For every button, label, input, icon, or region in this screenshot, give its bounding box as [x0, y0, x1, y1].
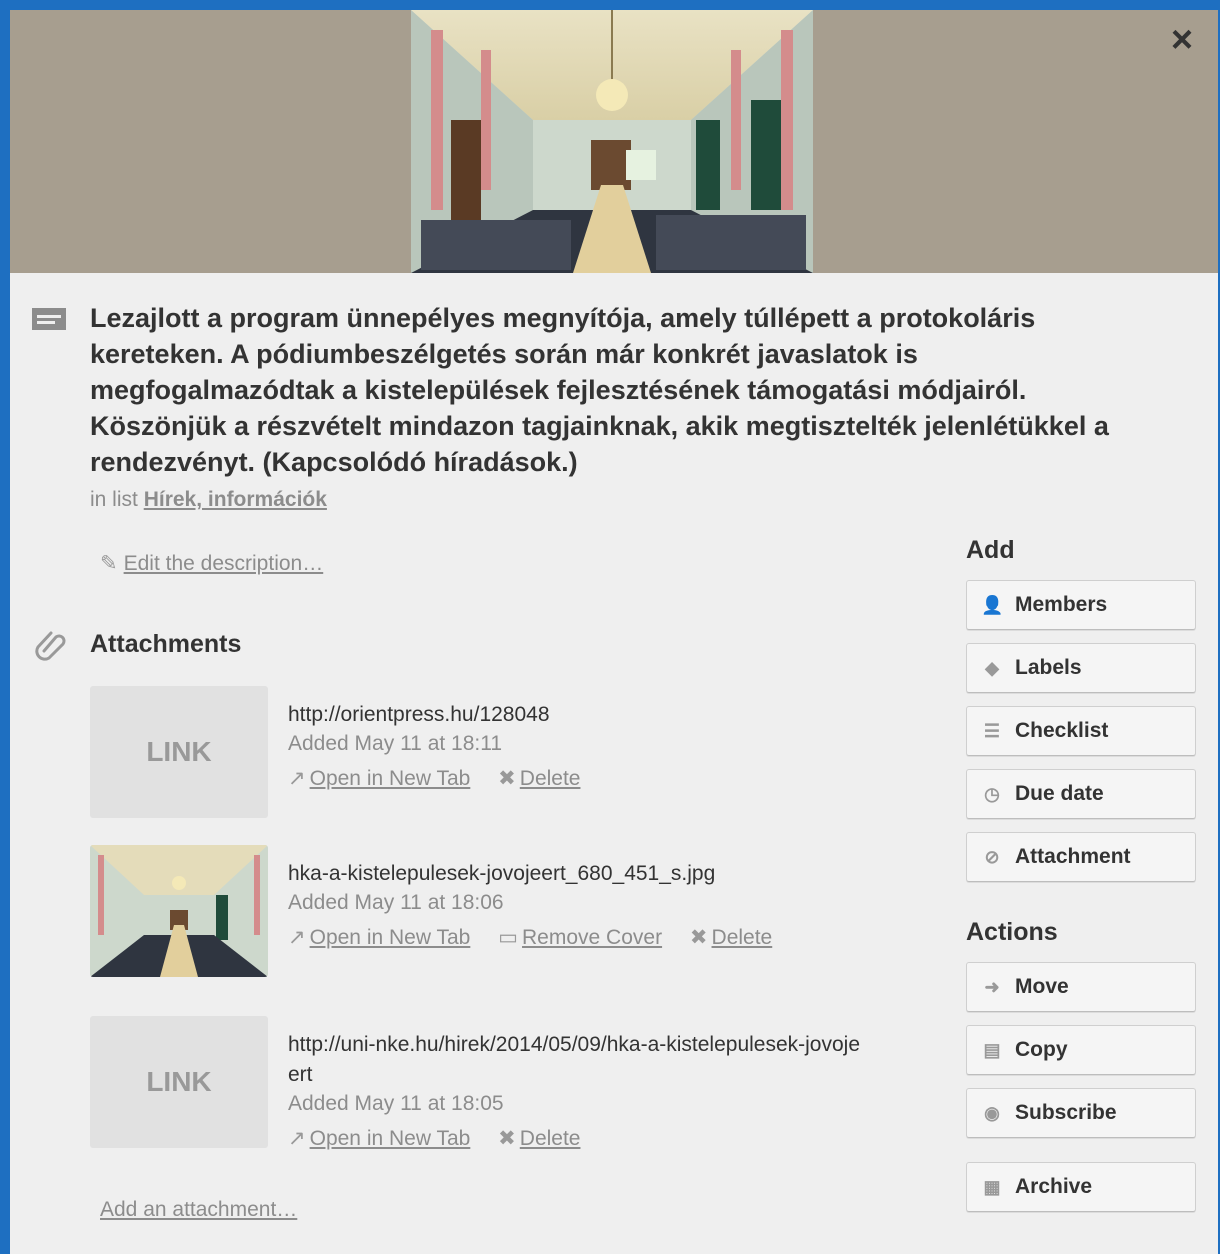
attachment-date: Added May 11 at 18:05	[288, 1092, 504, 1115]
pencil-icon: ✎	[100, 552, 118, 575]
edit-description-link[interactable]: Edit the description…	[124, 552, 324, 575]
attachment-image	[90, 845, 268, 977]
labels-button[interactable]: ◆ Labels	[966, 643, 1196, 693]
in-list-prefix: in list	[90, 488, 138, 511]
attachment-thumbnail[interactable]	[90, 845, 268, 977]
paperclip-icon: ⊘	[984, 846, 1000, 867]
button-label: Labels	[1015, 656, 1082, 679]
cover-image	[411, 10, 813, 273]
eye-icon: ◉	[984, 1102, 1000, 1123]
external-link-icon: ↗	[288, 1127, 306, 1150]
attachment-thumbnail[interactable]: LINK	[90, 1016, 268, 1148]
add-heading: Add	[966, 536, 1015, 564]
members-button[interactable]: 👤 Members	[966, 580, 1196, 630]
remove-cover-link[interactable]: ▭ Remove Cover	[498, 926, 662, 949]
open-in-new-tab-link[interactable]: ↗ Open in New Tab	[288, 767, 470, 790]
open-in-new-tab-link[interactable]: ↗ Open in New Tab	[288, 926, 470, 949]
button-label: Move	[1015, 975, 1069, 998]
open-in-new-tab-link[interactable]: ↗ Open in New Tab	[288, 1127, 470, 1150]
x-icon: ✖	[498, 1127, 516, 1150]
actions-heading: Actions	[966, 918, 1058, 946]
clock-icon: ◷	[984, 783, 1000, 804]
card-cover: ×	[10, 10, 1218, 273]
due-date-button[interactable]: ◷ Due date	[966, 769, 1196, 819]
attachment-name[interactable]: http://orientpress.hu/128048	[288, 700, 888, 730]
person-icon: 👤	[981, 594, 1004, 615]
monitor-icon: ▭	[498, 926, 519, 949]
delete-attachment-link[interactable]: ✖ Delete	[498, 1127, 580, 1150]
move-button[interactable]: ➜ Move	[966, 962, 1196, 1012]
checklist-icon: ☰	[983, 720, 1001, 741]
attachment-button[interactable]: ⊘ Attachment	[966, 832, 1196, 882]
archive-icon: ▦	[983, 1176, 1001, 1197]
x-icon: ✖	[498, 767, 516, 790]
x-icon: ✖	[689, 926, 708, 949]
paperclip-icon	[35, 631, 66, 661]
button-label: Attachment	[1015, 845, 1131, 868]
card-detail-window: × Lezajlott a program ünnepélyes megnyít…	[10, 10, 1218, 1254]
external-link-icon: ↗	[288, 926, 306, 949]
button-label: Due date	[1015, 782, 1104, 805]
add-attachment-link[interactable]: Add an attachment…	[100, 1198, 297, 1222]
close-icon[interactable]: ×	[1162, 20, 1202, 60]
attachment-name[interactable]: http://uni-nke.hu/hirek/2014/05/09/hka-a…	[288, 1030, 868, 1090]
delete-attachment-link[interactable]: ✖ Delete	[690, 926, 772, 949]
list-name-link[interactable]: Hírek, információk	[144, 488, 327, 511]
in-list-line: in list Hírek, információk	[90, 488, 327, 512]
attachment-date: Added May 11 at 18:06	[288, 891, 504, 914]
arrow-right-icon: ➜	[984, 976, 1000, 997]
button-label: Copy	[1015, 1038, 1068, 1061]
delete-attachment-link[interactable]: ✖ Delete	[498, 767, 580, 790]
tag-icon: ◆	[985, 657, 999, 678]
button-label: Archive	[1015, 1175, 1093, 1198]
button-label: Members	[1015, 593, 1108, 616]
button-label: Subscribe	[1015, 1101, 1117, 1124]
copy-button[interactable]: ▤ Copy	[966, 1025, 1196, 1075]
checklist-button[interactable]: ☰ Checklist	[966, 706, 1196, 756]
attachment-thumbnail[interactable]: LINK	[90, 686, 268, 818]
attachment-date: Added May 11 at 18:11	[288, 732, 503, 755]
copy-icon: ▤	[983, 1039, 1001, 1060]
button-label: Checklist	[1015, 719, 1109, 742]
subscribe-button[interactable]: ◉ Subscribe	[966, 1088, 1196, 1138]
card-icon	[32, 308, 66, 330]
external-link-icon: ↗	[288, 767, 306, 790]
edit-description[interactable]: ✎ Edit the description…	[100, 551, 323, 576]
attachment-name[interactable]: hka-a-kistelepulesek-jovojeert_680_451_s…	[288, 859, 888, 889]
archive-button[interactable]: ▦ Archive	[966, 1162, 1196, 1212]
attachments-heading: Attachments	[90, 630, 242, 658]
card-title[interactable]: Lezajlott a program ünnepélyes megnyítój…	[90, 300, 1150, 480]
